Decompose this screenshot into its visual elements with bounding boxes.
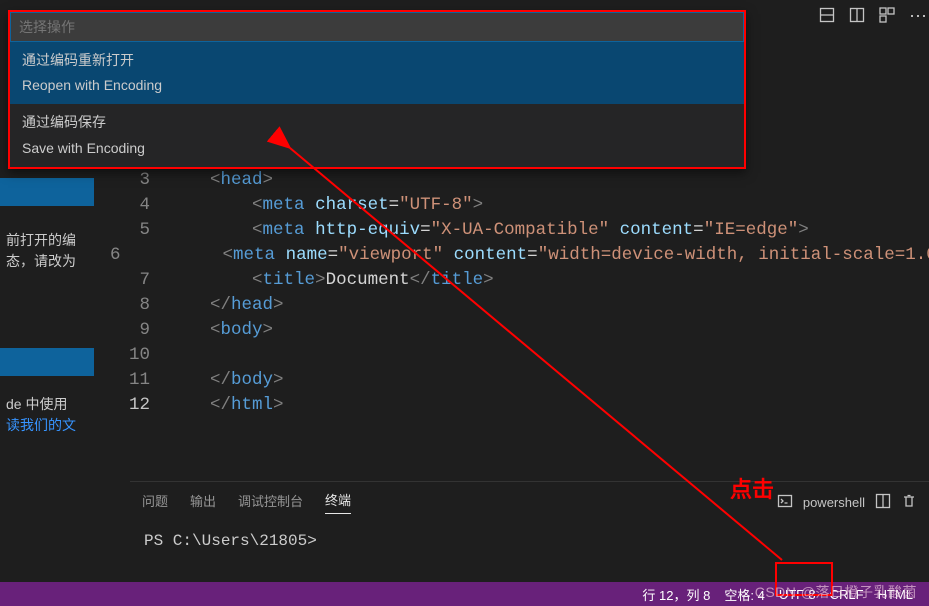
editor-actions: ⋯: [819, 4, 929, 28]
tab-debug-console[interactable]: 调试控制台: [238, 491, 303, 514]
quick-pick-item-1[interactable]: 通过编码保存Save with Encoding: [10, 104, 744, 166]
more-actions-icon[interactable]: ⋯: [909, 6, 929, 27]
editor-line: 11 </body>: [110, 370, 929, 395]
watermark: CSDN @落日橙子乳酸菌: [755, 582, 917, 602]
tab-problems[interactable]: 问题: [142, 491, 168, 514]
tab-output[interactable]: 输出: [190, 491, 216, 514]
panel-tabs: 问题 输出 调试控制台 终端 powershell: [130, 482, 929, 522]
terminal-shell-label[interactable]: powershell: [803, 495, 865, 510]
quick-pick-input[interactable]: [10, 12, 744, 42]
split-editor-right-icon[interactable]: [849, 7, 865, 26]
editor-line: 6 <meta name="viewport" content="width=d…: [110, 245, 929, 270]
kill-terminal-icon[interactable]: [901, 493, 917, 512]
editor-line: 8 </head>: [110, 295, 929, 320]
editor-line: 12 </html>: [110, 395, 929, 420]
editor-line: 7 <title>Document</title>: [110, 270, 929, 295]
sidebar-button-1[interactable]: [0, 178, 94, 206]
editor-line: 4 <meta charset="UTF-8">: [110, 195, 929, 220]
editor-line: 3 <head>: [110, 170, 929, 195]
code-editor[interactable]: 3 <head>4 <meta charset="UTF-8">5 <meta …: [110, 170, 929, 466]
split-editor-down-icon[interactable]: [819, 7, 835, 26]
terminal-shell-icon: [777, 493, 793, 512]
annotation-click-label: 点击: [730, 472, 774, 504]
sidebar-button-2[interactable]: [0, 348, 94, 376]
tab-terminal[interactable]: 终端: [325, 490, 351, 514]
sidebar-link[interactable]: 读我们的文: [6, 417, 76, 433]
status-line-col[interactable]: 行 12，列 8: [642, 585, 710, 604]
editor-line: 9 <body>: [110, 320, 929, 345]
quick-pick-dialog: 通过编码重新打开Reopen with Encoding通过编码保存Save w…: [8, 10, 746, 169]
split-terminal-icon[interactable]: [875, 493, 891, 512]
editor-line: 5 <meta http-equiv="X-UA-Compatible" con…: [110, 220, 929, 245]
quick-pick-item-0[interactable]: 通过编码重新打开Reopen with Encoding: [10, 42, 744, 104]
sidebar-text-2: de 中使用 读我们的文: [0, 386, 94, 444]
editor-line: 10: [110, 345, 929, 370]
layout-toggle-icon[interactable]: [879, 7, 895, 26]
sidebar-text-1: 前打开的编 态，请改为: [0, 222, 94, 280]
terminal-output[interactable]: PS C:\Users\21805>: [130, 522, 929, 560]
